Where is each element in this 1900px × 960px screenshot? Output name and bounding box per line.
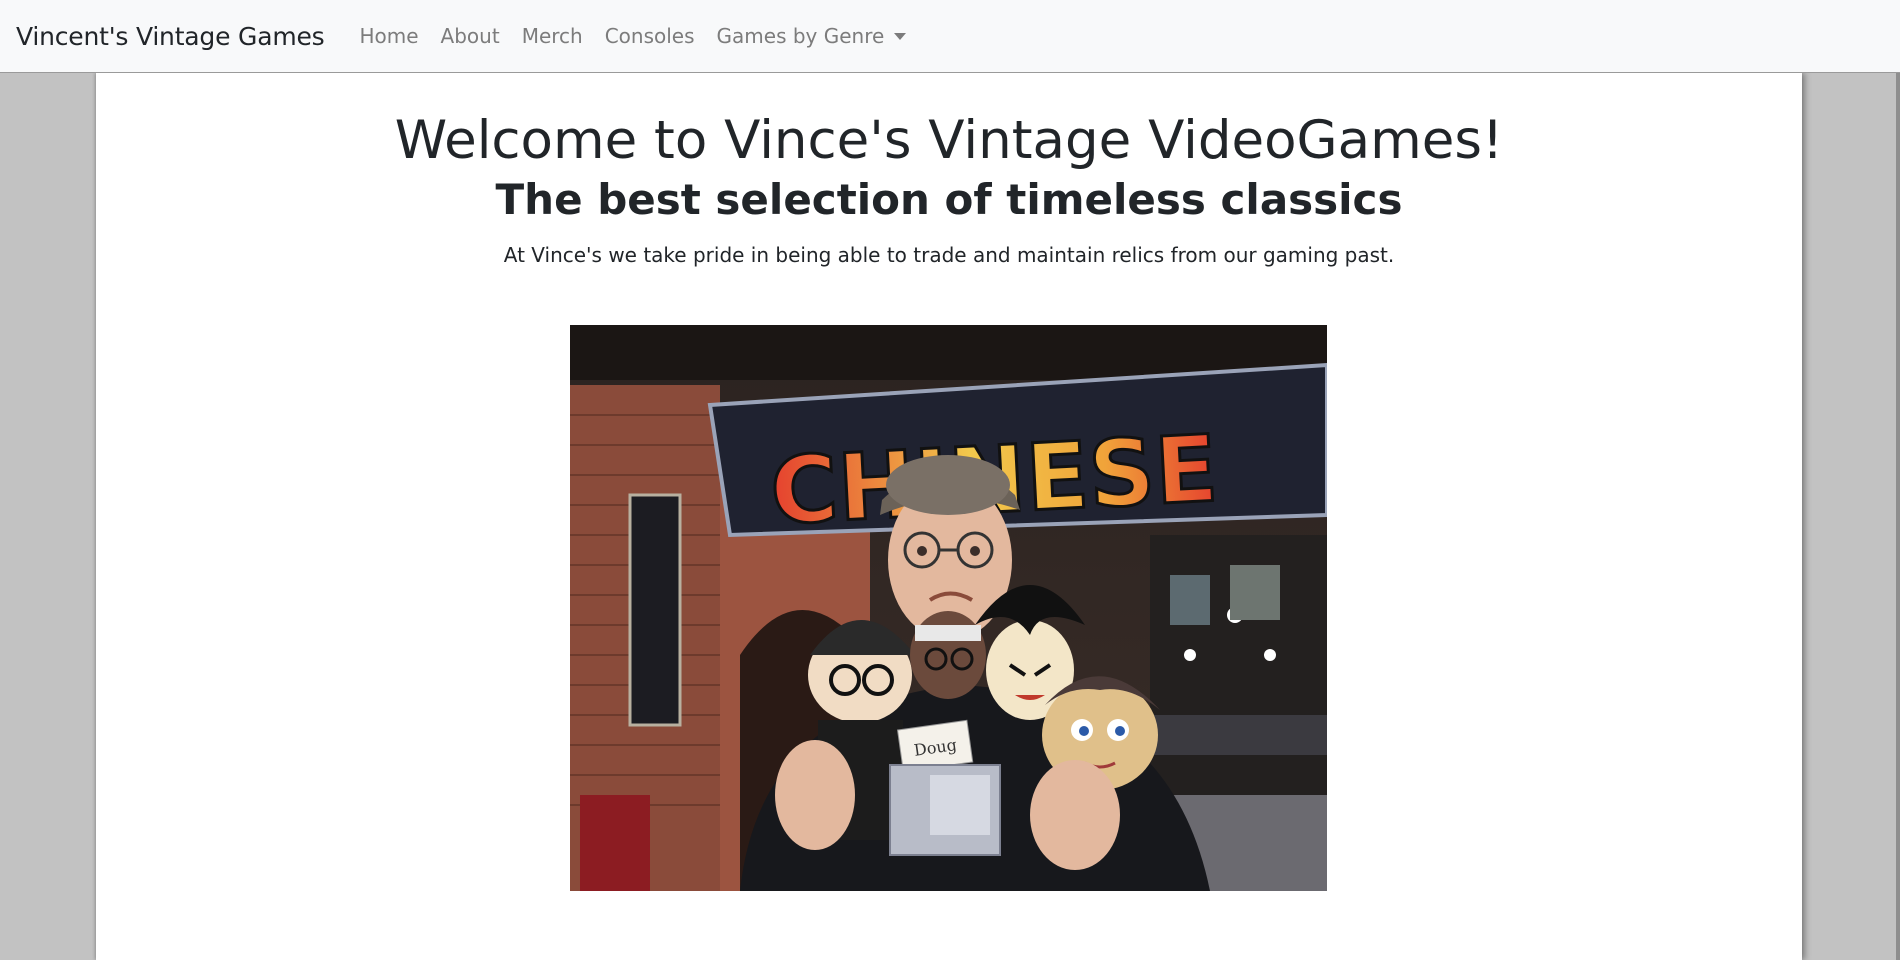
nav-games-by-genre-label: Games by Genre xyxy=(716,24,885,48)
main-content: Welcome to Vince's Vintage VideoGames! T… xyxy=(96,73,1802,960)
intro-text: At Vince's we take pride in being able t… xyxy=(503,243,1395,267)
page-subtitle: The best selection of timeless classics xyxy=(495,175,1403,224)
hero-photo: CHINESE xyxy=(570,325,1327,891)
top-navbar: Vincent's Vintage Games Home About Merch… xyxy=(0,0,1900,73)
nav-games-by-genre-dropdown[interactable]: Games by Genre xyxy=(717,24,907,48)
page-title: Welcome to Vince's Vintage VideoGames! xyxy=(394,110,1504,171)
nav-home[interactable]: Home xyxy=(359,24,418,48)
nav-links: Home About Merch Consoles Games by Genre xyxy=(348,24,917,48)
nav-merch[interactable]: Merch xyxy=(522,24,583,48)
nav-about[interactable]: About xyxy=(441,24,500,48)
nav-consoles[interactable]: Consoles xyxy=(605,24,695,48)
brand-link[interactable]: Vincent's Vintage Games xyxy=(16,22,325,51)
caret-down-icon xyxy=(894,32,907,40)
window-edge xyxy=(1896,73,1900,960)
